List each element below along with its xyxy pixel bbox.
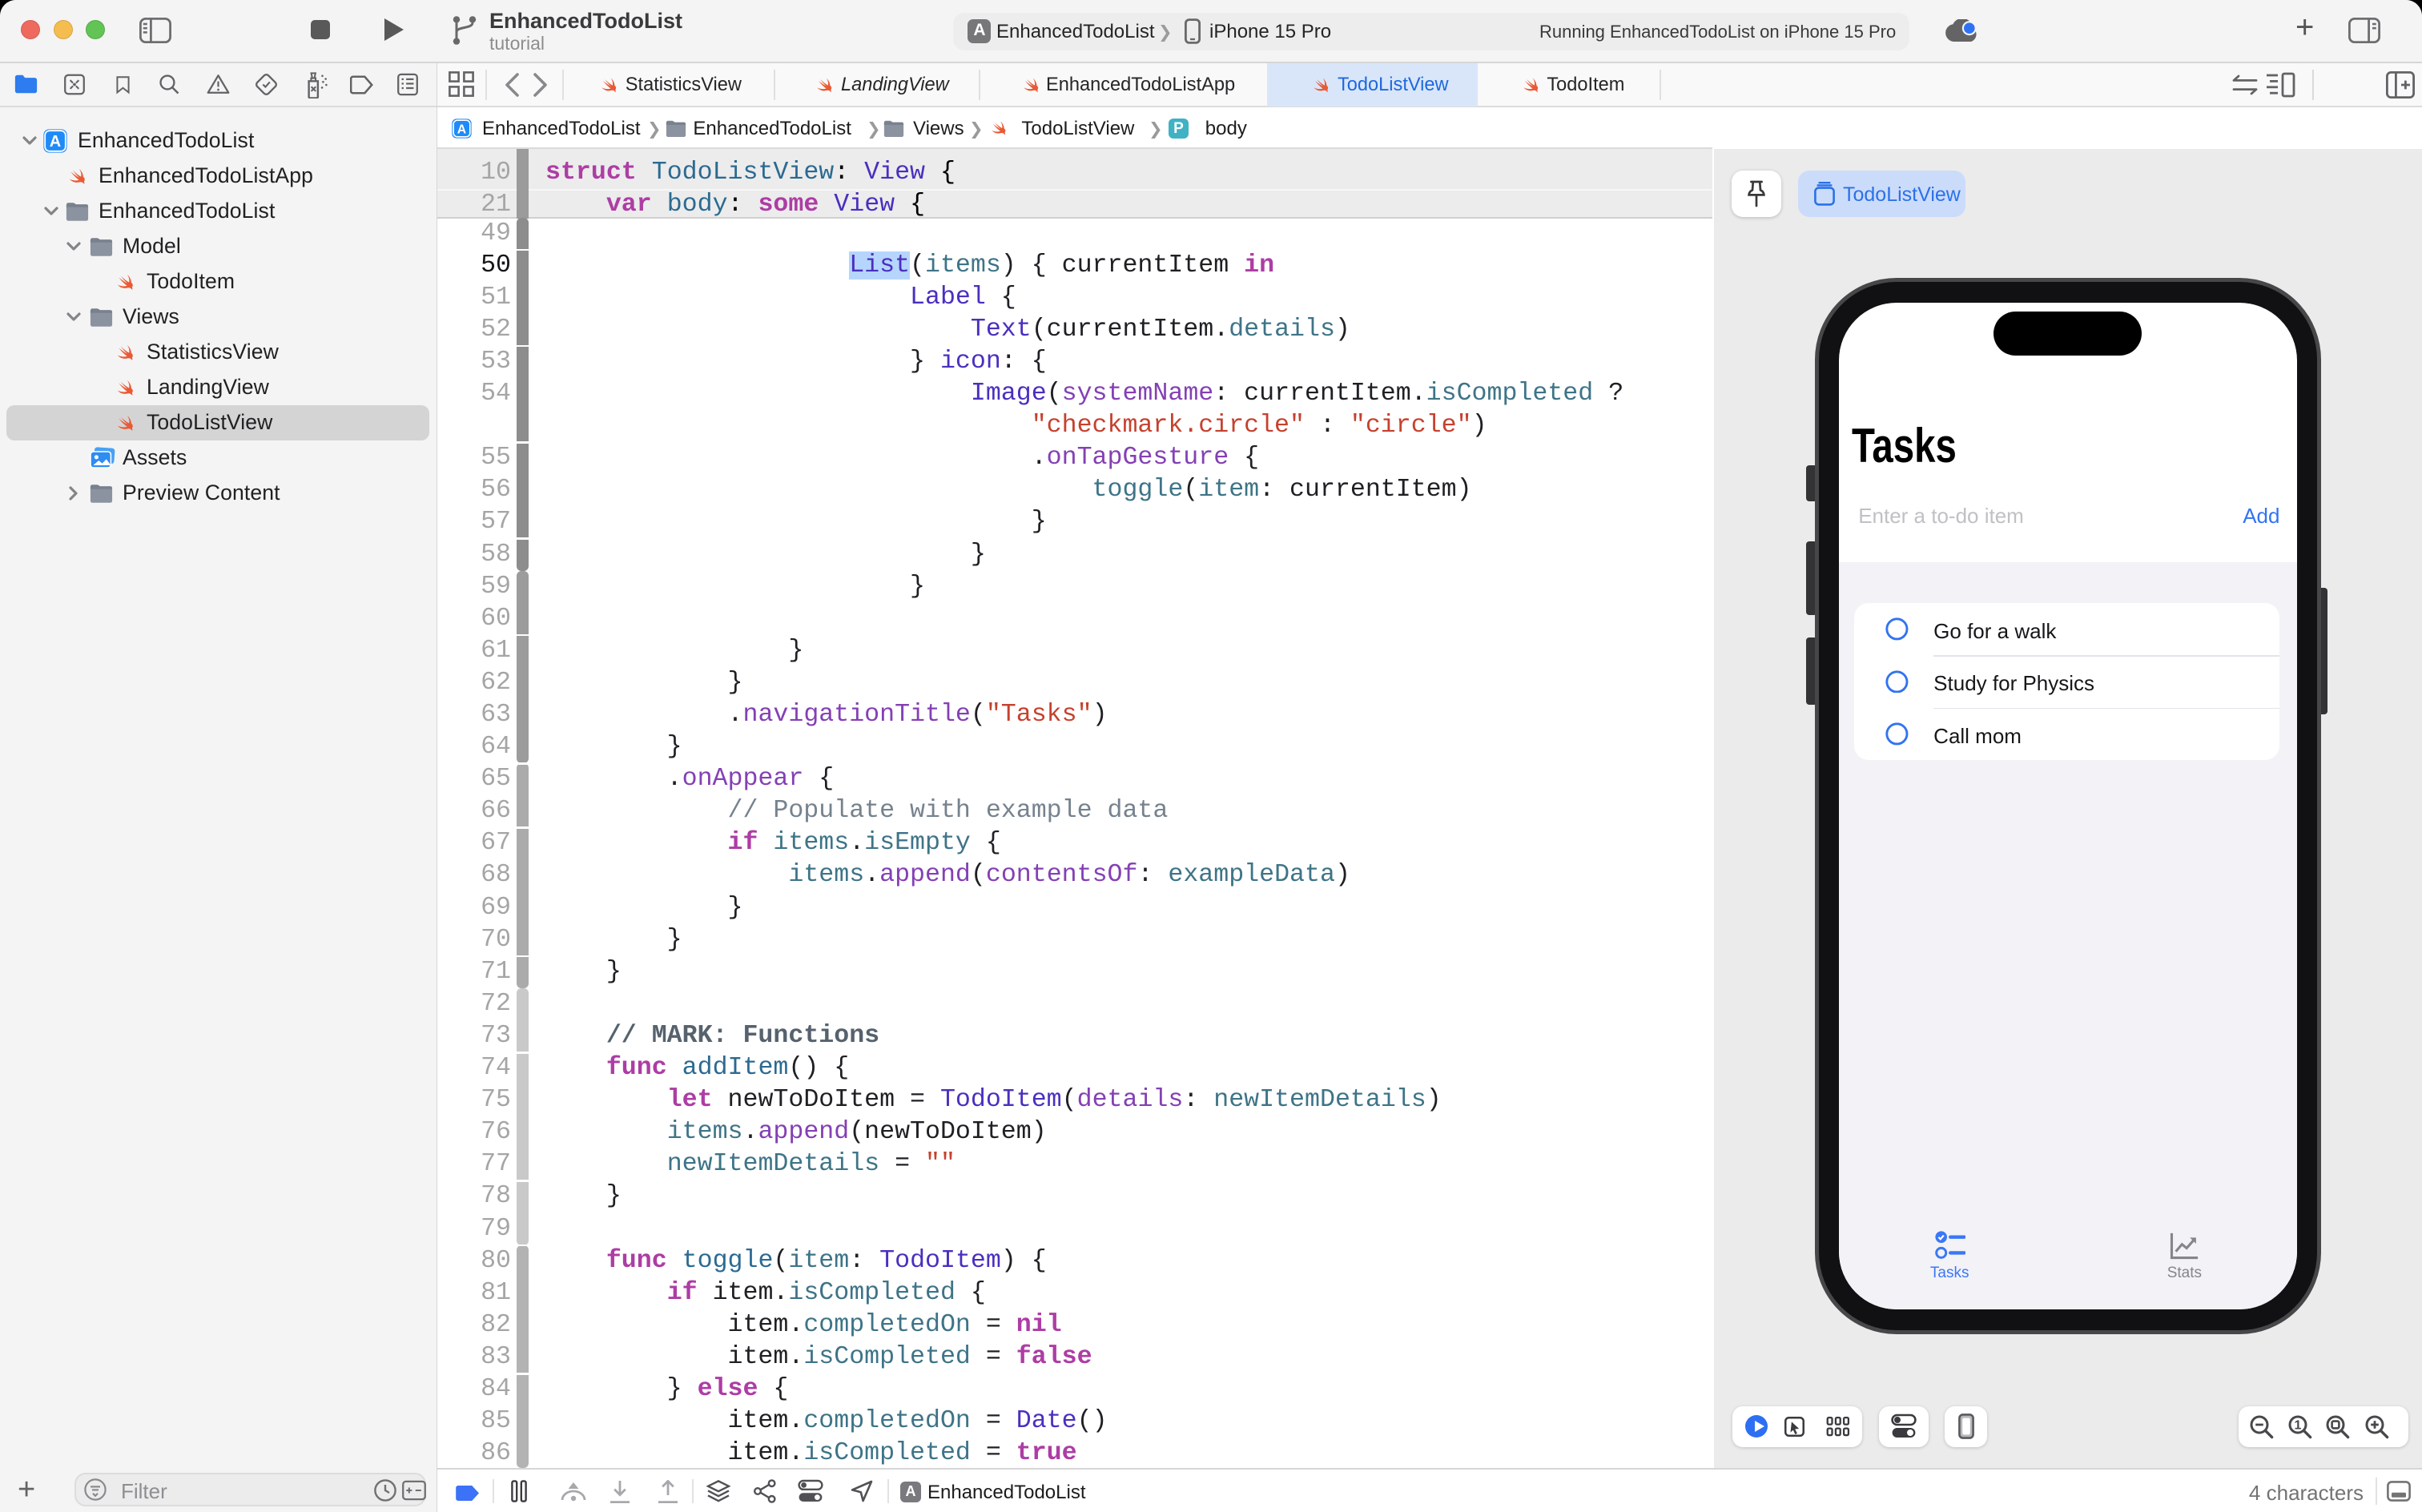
svg-text:A: A	[457, 123, 467, 136]
svg-text:A: A	[50, 133, 61, 151]
svg-text:1: 1	[2294, 1419, 2301, 1433]
